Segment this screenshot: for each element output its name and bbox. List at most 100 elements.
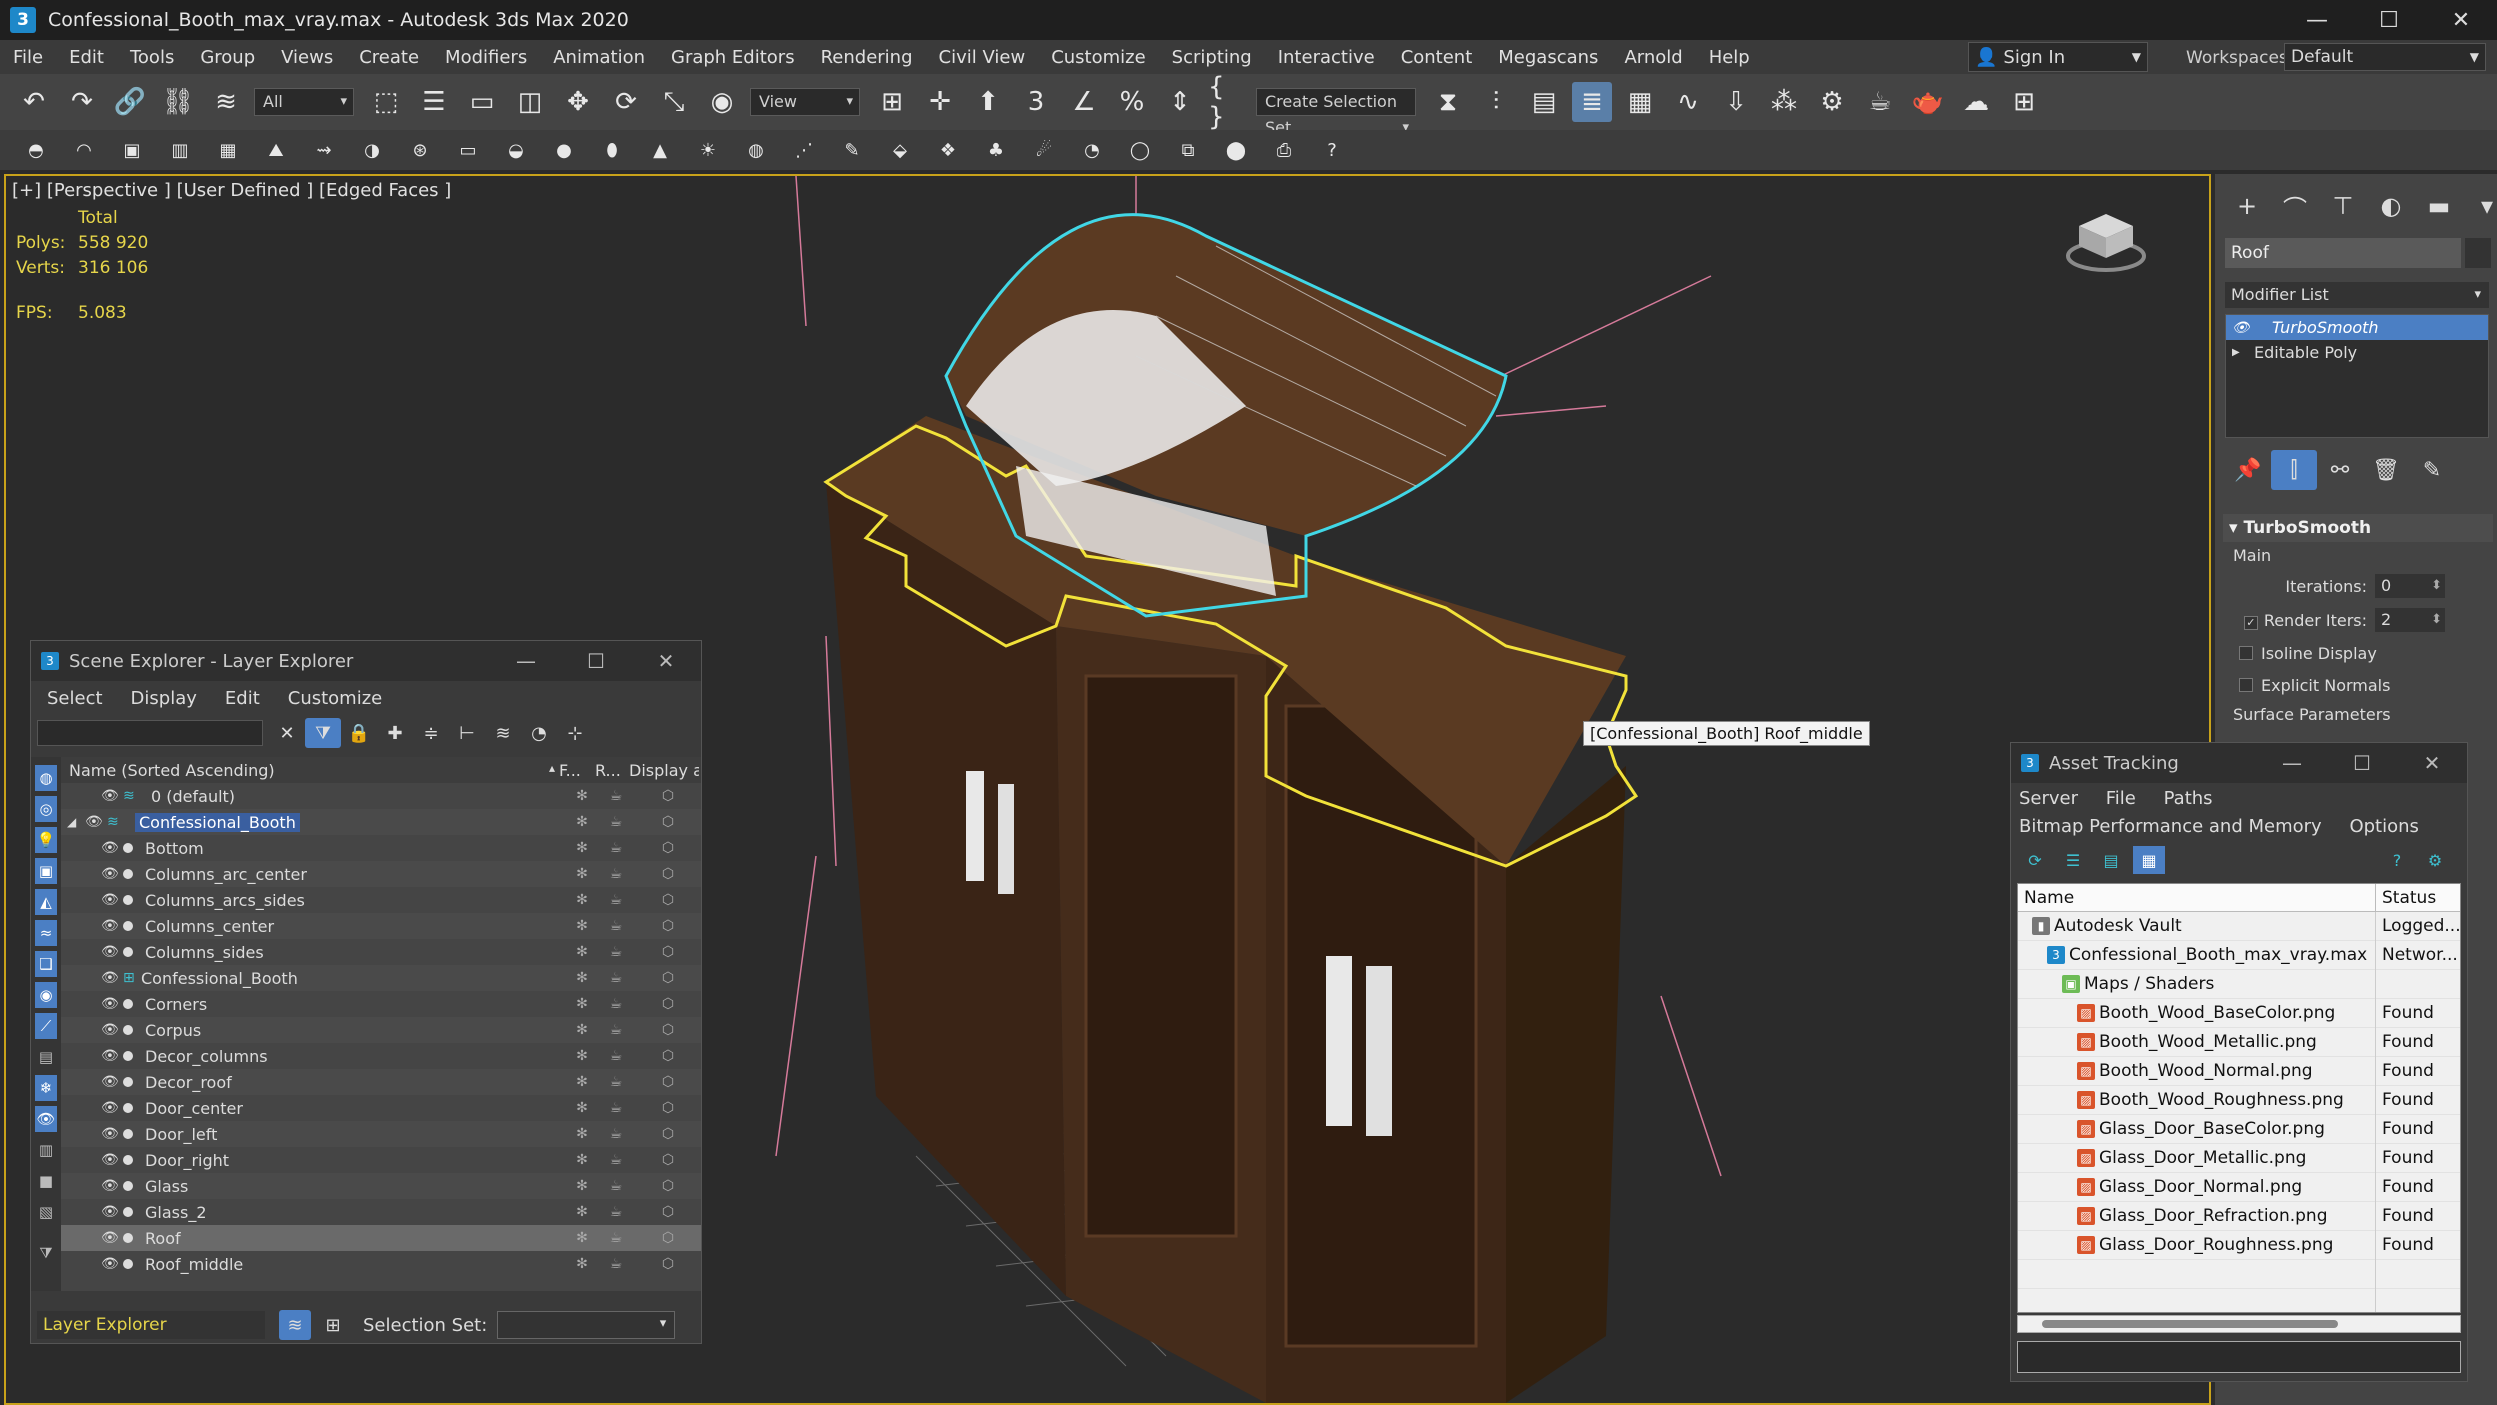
asset-row[interactable]: ▨ Glass_Door_Metallic.png Found xyxy=(2018,1143,2460,1173)
scrollbar-thumb[interactable] xyxy=(2042,1320,2338,1328)
freeze-icon[interactable]: ✻ xyxy=(565,1022,599,1038)
viewcube-icon[interactable] xyxy=(2063,206,2149,276)
make-unique-icon[interactable]: ⚯ xyxy=(2317,450,2363,490)
display-none-icon[interactable]: ■ xyxy=(35,1168,57,1194)
display-box-icon[interactable]: ⬡ xyxy=(633,1022,703,1038)
freeze-icon[interactable]: ✻ xyxy=(565,1152,599,1168)
schematic-view-icon[interactable]: ⇩ xyxy=(1716,82,1756,122)
eye-icon[interactable]: 👁 xyxy=(101,1074,123,1090)
object-name-field[interactable]: Roof xyxy=(2225,238,2461,268)
eye-icon[interactable]: 👁 xyxy=(2232,320,2254,336)
a360-gallery-icon[interactable]: ⊞ xyxy=(2004,82,2044,122)
display-hidden-icon[interactable]: 👁 xyxy=(35,1106,57,1132)
freeze-icon[interactable]: ✻ xyxy=(565,814,599,830)
iterations-spinner[interactable]: 0 xyxy=(2375,574,2445,598)
fur-icon[interactable]: ⋰ xyxy=(790,136,818,164)
eye-icon[interactable]: 👁 xyxy=(85,814,107,830)
close-icon[interactable]: ✕ xyxy=(2425,0,2497,40)
object-row[interactable]: 👁 Corpus ✻ ☕ ⬡ xyxy=(61,1017,701,1043)
display-containers-icon[interactable]: ▤ xyxy=(35,1044,57,1070)
object-row[interactable]: 👁 Bottom ✻ ☕ ⬡ xyxy=(61,835,701,861)
help-icon[interactable]: ? xyxy=(1318,136,1346,164)
motion-tab-icon[interactable]: ◐ xyxy=(2367,186,2415,226)
freeze-icon[interactable]: ✻ xyxy=(565,970,599,986)
display-box-icon[interactable]: ⬡ xyxy=(633,840,703,856)
modify-tab-icon[interactable]: ⌒ xyxy=(2271,186,2319,226)
create-tab-icon[interactable]: + xyxy=(2223,186,2271,226)
layer-row-confessional-booth[interactable]: ◢ 👁 ≋ Confessional_Booth ✻ ☕ ⬡ xyxy=(61,809,701,835)
selection-filter-dropdown[interactable]: All xyxy=(254,88,354,116)
eye-icon[interactable]: 👁 xyxy=(101,1100,123,1116)
display-shapes-icon[interactable]: ◎ xyxy=(35,796,57,822)
menu-content[interactable]: Content xyxy=(1388,47,1486,68)
menu-interactive[interactable]: Interactive xyxy=(1265,47,1388,68)
render-teapot-icon[interactable]: ☕ xyxy=(599,840,633,856)
selection-set-dropdown[interactable]: Create Selection Set xyxy=(1256,88,1416,141)
select-manipulate-icon[interactable]: ✛ xyxy=(920,82,960,122)
menu-modifiers[interactable]: Modifiers xyxy=(432,47,540,68)
filter-funnel-icon[interactable]: ⧩ xyxy=(35,1240,57,1266)
redo-icon[interactable]: ↷ xyxy=(62,82,102,122)
curve-editor-icon[interactable]: ∿ xyxy=(1668,82,1708,122)
sky-icon[interactable]: ◍ xyxy=(742,136,770,164)
toggle-layer-explorer-icon[interactable]: ≣ xyxy=(1572,82,1612,122)
render-teapot-icon[interactable]: ☕ xyxy=(599,1048,633,1064)
display-cameras-icon[interactable]: ▣ xyxy=(35,858,57,884)
display-box-icon[interactable]: ⬡ xyxy=(633,1126,703,1142)
asset-row[interactable]: ▨ Booth_Wood_BaseColor.png Found xyxy=(2018,998,2460,1028)
show-end-result-icon[interactable]: ⫿ xyxy=(2271,450,2317,490)
layer-row-default[interactable]: 👁 ≋ 0 (default) ✻ ☕ ⬡ xyxy=(61,783,701,809)
undo-icon[interactable]: ↶ xyxy=(14,82,54,122)
eye-icon[interactable]: 👁 xyxy=(101,1204,123,1220)
minimize-icon[interactable]: — xyxy=(2281,0,2353,40)
scale-icon[interactable]: ⤡ xyxy=(654,82,694,122)
render-teapot-icon[interactable]: ☕ xyxy=(599,944,633,960)
object-row[interactable]: 👁 Door_right ✻ ☕ ⬡ xyxy=(61,1147,701,1173)
configure-modifier-sets-icon[interactable]: ✎ xyxy=(2409,450,2455,490)
select-by-name-icon[interactable]: ☰ xyxy=(414,82,454,122)
object-row[interactable]: 👁 Corners ✻ ☕ ⬡ xyxy=(61,991,701,1017)
eye-icon[interactable]: 👁 xyxy=(101,1230,123,1246)
lock-icon[interactable]: 🔒 xyxy=(341,718,377,748)
vray-light-icon[interactable]: ⇝ xyxy=(310,136,338,164)
menu-display[interactable]: Display xyxy=(131,688,197,709)
close-icon[interactable]: ✕ xyxy=(631,641,701,681)
object-row[interactable]: 👁 Columns_arcs_sides ✻ ☕ ⬡ xyxy=(61,887,701,913)
proxy-icon[interactable]: ✎ xyxy=(838,136,866,164)
hierarchy-icon[interactable]: ⊢ xyxy=(449,718,485,748)
isoline-checkbox[interactable] xyxy=(2239,646,2253,660)
freeze-icon[interactable]: ✻ xyxy=(565,866,599,882)
isoline-display-option[interactable]: Isoline Display xyxy=(2223,637,2493,669)
display-spacewarps-icon[interactable]: ≈ xyxy=(35,920,57,946)
mirror-icon[interactable]: ⧗ xyxy=(1428,82,1468,122)
bind-space-warp-icon[interactable]: ≋ xyxy=(206,82,246,122)
freeze-icon[interactable]: ✻ xyxy=(565,996,599,1012)
light-icon[interactable]: ◠ xyxy=(70,136,98,164)
render-production-icon[interactable]: 🫖 xyxy=(1908,82,1948,122)
display-box-icon[interactable]: ⬡ xyxy=(633,970,703,986)
render-iters-spinner[interactable]: 2 xyxy=(2375,608,2445,632)
display-box-icon[interactable]: ⬡ xyxy=(633,944,703,960)
explicit-normals-checkbox[interactable] xyxy=(2239,678,2253,692)
freeze-icon[interactable]: ✻ xyxy=(565,1204,599,1220)
menu-help[interactable]: Help xyxy=(1696,47,1763,68)
sphere-light-icon[interactable]: ● xyxy=(550,136,578,164)
material-ball-icon[interactable]: ◯ xyxy=(1126,136,1154,164)
menu-server[interactable]: Server xyxy=(2019,788,2078,809)
explicit-normals-option[interactable]: Explicit Normals xyxy=(2223,669,2493,701)
freeze-icon[interactable]: ✻ xyxy=(565,1178,599,1194)
plane-icon[interactable]: ▭ xyxy=(454,136,482,164)
minimize-icon[interactable]: — xyxy=(2257,743,2327,783)
display-tab-icon[interactable]: ▬ xyxy=(2415,186,2463,226)
workspace-dropdown[interactable]: Default ▼ xyxy=(2284,43,2486,71)
table-view-icon[interactable]: ▦ xyxy=(2133,846,2165,874)
vray-sun-icon[interactable]: ◑ xyxy=(358,136,386,164)
dome-light-icon[interactable]: ◒ xyxy=(502,136,530,164)
sign-in-dropdown[interactable]: 👤 Sign In ▼ xyxy=(1968,42,2148,72)
asset-row[interactable]: ▣ Maps / Shaders xyxy=(2018,969,2460,999)
select-object-icon[interactable]: ⬚ xyxy=(366,82,406,122)
menu-edit[interactable]: Edit xyxy=(225,688,260,709)
menu-bitmap-performance[interactable]: Bitmap Performance and Memory xyxy=(2019,816,2322,837)
eye-icon[interactable]: 👁 xyxy=(101,944,123,960)
eye-icon[interactable]: 👁 xyxy=(101,1022,123,1038)
